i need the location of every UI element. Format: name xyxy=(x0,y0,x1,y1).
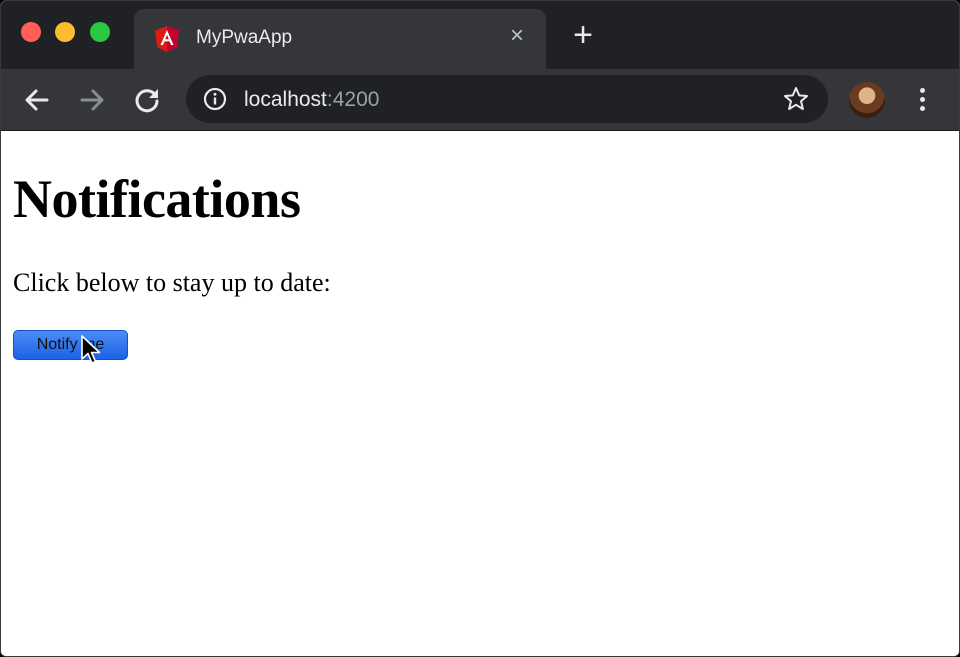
page-lead-text: Click below to stay up to date: xyxy=(13,268,331,297)
menu-dot-icon xyxy=(920,88,925,93)
tab-strip: MyPwaApp × + xyxy=(1,1,959,69)
info-icon[interactable] xyxy=(203,87,227,111)
url-port: :4200 xyxy=(326,88,380,111)
url-text[interactable]: localhost:4200 xyxy=(244,88,379,112)
page-title: Notifications xyxy=(13,169,301,229)
menu-dot-icon xyxy=(920,106,925,111)
arrow-right-icon xyxy=(80,89,104,111)
url-host: localhost xyxy=(244,88,327,111)
mouse-cursor-icon xyxy=(81,335,101,364)
new-tab-button[interactable]: + xyxy=(569,18,597,52)
address-bar[interactable]: localhost:4200 xyxy=(186,75,828,123)
reload-button[interactable] xyxy=(131,84,163,116)
browser-window: MyPwaApp × + localhost:4200 Notification… xyxy=(0,0,960,657)
forward-button[interactable] xyxy=(76,84,108,116)
tab-close-icon[interactable]: × xyxy=(504,23,530,49)
browser-menu-button[interactable] xyxy=(909,84,935,116)
notify-me-button[interactable]: Notify me xyxy=(13,330,128,360)
tab-mypwaapp[interactable]: MyPwaApp × xyxy=(134,9,546,69)
browser-toolbar: localhost:4200 xyxy=(1,69,959,131)
page-content: Notifications Click below to stay up to … xyxy=(1,132,959,656)
zoom-window-button[interactable] xyxy=(90,22,110,42)
arrow-left-icon xyxy=(25,89,49,111)
minimize-window-button[interactable] xyxy=(55,22,75,42)
bookmark-star-icon[interactable] xyxy=(782,85,810,113)
profile-avatar[interactable] xyxy=(849,82,885,118)
menu-dot-icon xyxy=(920,97,925,102)
close-window-button[interactable] xyxy=(21,22,41,42)
tab-title: MyPwaApp xyxy=(196,27,293,48)
back-button[interactable] xyxy=(21,84,53,116)
angular-logo-icon xyxy=(155,26,179,52)
reload-icon xyxy=(135,89,159,113)
